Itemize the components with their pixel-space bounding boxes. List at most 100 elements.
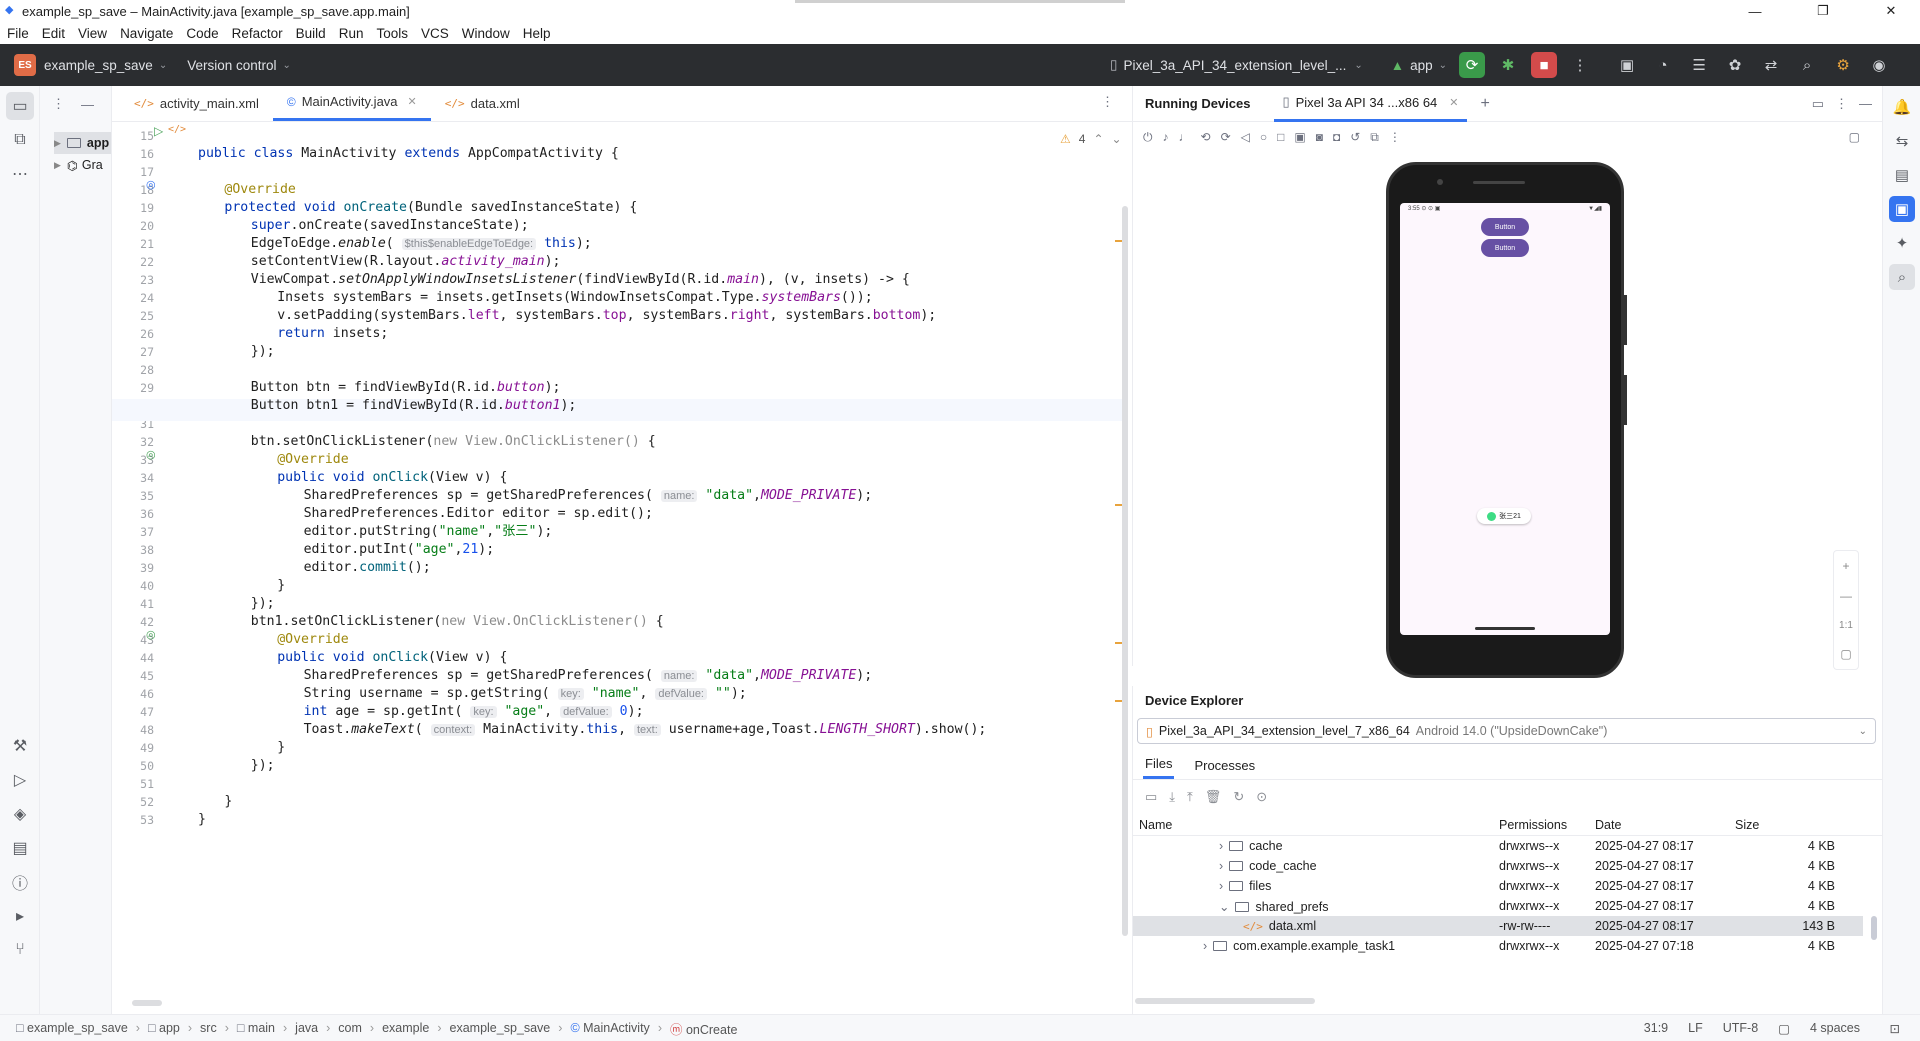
volume-up-icon[interactable]: ♪ <box>1163 130 1169 144</box>
app-button-1[interactable]: Button <box>1481 218 1529 236</box>
menu-refactor[interactable]: Refactor <box>232 26 283 41</box>
fold-icon[interactable]: ▣ <box>1294 130 1305 144</box>
file-row[interactable]: › files drwxrwx--x 2025-04-27 08:17 4 KB <box>1133 876 1863 896</box>
file-row[interactable]: › cache drwxrws--x 2025-04-27 08:17 4 KB <box>1133 836 1863 856</box>
plugins-icon[interactable]: ✿ <box>1722 52 1748 78</box>
project-selector[interactable]: example_sp_save <box>44 58 153 73</box>
git-icon[interactable]: ⑂ <box>6 936 34 964</box>
options-icon[interactable]: ⋮ <box>1835 96 1848 112</box>
menu-edit[interactable]: Edit <box>42 26 65 41</box>
file-encoding[interactable]: UTF-8 <box>1723 1021 1758 1035</box>
resource-manager-icon[interactable]: ⧉ <box>6 126 34 154</box>
file-row[interactable]: </> data.xml -rw-rw---- 2025-04-27 08:17 143… <box>1133 916 1863 936</box>
gradle-sync-icon[interactable]: ⇆ <box>1889 128 1915 154</box>
project-folder-icon[interactable]: ▭ <box>6 92 34 120</box>
close-tab-icon[interactable]: ✕ <box>1449 96 1458 109</box>
xml-layout-gutter-icon[interactable]: </> <box>168 124 186 135</box>
minimize-button[interactable]: — <box>1736 4 1774 19</box>
more-actions-icon[interactable]: ⋮ <box>1567 52 1593 78</box>
vcs-selector[interactable]: Version control <box>187 58 276 73</box>
device-manager-icon[interactable]: ▣ <box>1614 52 1640 78</box>
tab-activity-main-xml[interactable]: </> activity_main.xml <box>120 85 273 121</box>
zoom-in-button[interactable]: + <box>1842 559 1849 573</box>
more-tools-icon[interactable]: ⋯ <box>6 160 34 188</box>
breadcrumb-item[interactable]: java <box>295 1021 318 1035</box>
gesture-nav-bar[interactable] <box>1475 627 1535 630</box>
chevron-right-icon[interactable]: › <box>1203 939 1207 953</box>
gradle-icon[interactable]: ◈ <box>6 800 34 828</box>
file-table-hscroll[interactable] <box>1135 998 1315 1004</box>
new-folder-icon[interactable]: ▭ <box>1145 789 1157 805</box>
sync-gradle-icon[interactable]: ⇄ <box>1758 52 1784 78</box>
chevron-right-icon[interactable]: › <box>1219 839 1223 853</box>
breadcrumb-item[interactable]: com <box>338 1021 362 1035</box>
device-frame-icon[interactable]: ▢ <box>1849 130 1860 144</box>
more-icon[interactable]: ⋮ <box>1389 130 1401 144</box>
device-selector[interactable]: Pixel_3a_API_34_extension_level_... <box>1123 58 1346 73</box>
delete-icon[interactable]: 🗑 <box>1205 789 1222 805</box>
tree-item-app[interactable]: ▶ app <box>54 132 111 154</box>
hide-panel-icon[interactable]: — <box>1859 96 1872 111</box>
logcat-icon[interactable]: ☰ <box>1686 52 1712 78</box>
zoom-out-button[interactable]: — <box>1840 589 1852 603</box>
debug-icon[interactable]: ✱ <box>1495 52 1521 78</box>
fit-screen-icon[interactable]: ▢ <box>1840 647 1851 661</box>
override-gutter-icon[interactable]: ◎ <box>146 178 156 191</box>
run-gutter-icon[interactable]: ▷ <box>154 124 163 138</box>
chevron-down-icon[interactable]: ⌄ <box>1219 900 1229 914</box>
project-panel-hide-icon[interactable]: — <box>81 97 94 112</box>
breadcrumb-item[interactable]: □ example_sp_save <box>16 1021 128 1035</box>
back-icon[interactable]: ◁ <box>1241 130 1250 144</box>
gemini-icon[interactable]: ✦ <box>1889 230 1915 256</box>
file-table-scrollbar[interactable] <box>1871 916 1877 940</box>
download-icon[interactable]: ⤓ <box>1169 789 1175 805</box>
breadcrumb-item[interactable]: © MainActivity <box>570 1021 649 1035</box>
rerun-icon[interactable]: ⟳ <box>1459 52 1486 78</box>
account-icon[interactable]: ◉ <box>1866 52 1892 78</box>
overview-icon[interactable]: □ <box>1277 130 1284 144</box>
problems-icon[interactable]: ⓘ <box>6 868 34 896</box>
breadcrumb-item[interactable]: example <box>382 1021 429 1035</box>
code-area[interactable]: public class MainActivity extends AppCom… <box>198 122 1128 1012</box>
menu-help[interactable]: Help <box>523 26 551 41</box>
caret-position[interactable]: 31:9 <box>1644 1021 1668 1035</box>
close-tab-icon[interactable]: ✕ <box>408 95 417 108</box>
chevron-right-icon[interactable]: › <box>1219 859 1223 873</box>
breadcrumb-item[interactable]: src <box>200 1021 217 1035</box>
run-icon[interactable]: ▷ <box>6 766 34 794</box>
rotate-left-icon[interactable]: ⟲ <box>1201 130 1211 144</box>
tab-device[interactable]: ▯ Pixel 3a API 34 ...x86 64 ✕ <box>1274 86 1467 122</box>
line-separator[interactable]: LF <box>1688 1021 1703 1035</box>
tab-processes[interactable]: Processes <box>1194 751 1255 779</box>
mirror-icon[interactable]: ⧉ <box>1370 130 1379 145</box>
app-quality-icon[interactable]: ▤ <box>6 834 34 862</box>
tab-data-xml[interactable]: </> data.xml <box>431 85 534 121</box>
settings-gear-icon[interactable]: ⚙ <box>1830 52 1856 78</box>
rotate-right-icon[interactable]: ⟳ <box>1221 130 1231 144</box>
project-panel-options-icon[interactable]: ⋮ <box>52 96 65 112</box>
terminal-icon[interactable]: ▸ <box>6 902 34 930</box>
horizontal-scrollbar[interactable] <box>132 1000 162 1006</box>
menu-navigate[interactable]: Navigate <box>120 26 173 41</box>
refresh-icon[interactable]: ↻ <box>1233 789 1244 805</box>
file-row[interactable]: › code_cache drwxrws--x 2025-04-27 08:17 4 K… <box>1133 856 1863 876</box>
column-date[interactable]: Date <box>1595 818 1621 832</box>
file-row[interactable]: ⌄ shared_prefs drwxrwx--x 2025-04-27 08:17 4… <box>1133 896 1863 916</box>
home-icon[interactable]: ○ <box>1260 130 1267 144</box>
running-devices-tool-icon[interactable]: ▣ <box>1889 196 1915 222</box>
implement-gutter-icon[interactable]: ◎ <box>146 448 156 461</box>
maximize-button[interactable]: ❐ <box>1804 3 1842 19</box>
zoom-actual-button[interactable]: 1:1 <box>1839 620 1853 631</box>
profiler-icon[interactable]: ◔ <box>1650 52 1676 78</box>
filter-icon[interactable]: ⊙ <box>1256 789 1267 805</box>
device-explorer-active-icon[interactable]: ⌕ <box>1889 264 1915 290</box>
run-config-selector[interactable]: app <box>1410 58 1433 73</box>
tab-mainactivity-java[interactable]: © MainActivity.java ✕ <box>272 85 431 121</box>
column-permissions[interactable]: Permissions <box>1499 818 1567 832</box>
tab-files[interactable]: Files <box>1143 751 1175 779</box>
app-button-2[interactable]: Button <box>1481 239 1529 257</box>
layout-icon[interactable]: ▭ <box>1812 96 1824 112</box>
menu-vcs[interactable]: VCS <box>421 26 449 41</box>
tree-item-gradle[interactable]: ▶ ⌬ Gra <box>54 154 111 176</box>
breadcrumb-item[interactable]: example_sp_save <box>450 1021 551 1035</box>
